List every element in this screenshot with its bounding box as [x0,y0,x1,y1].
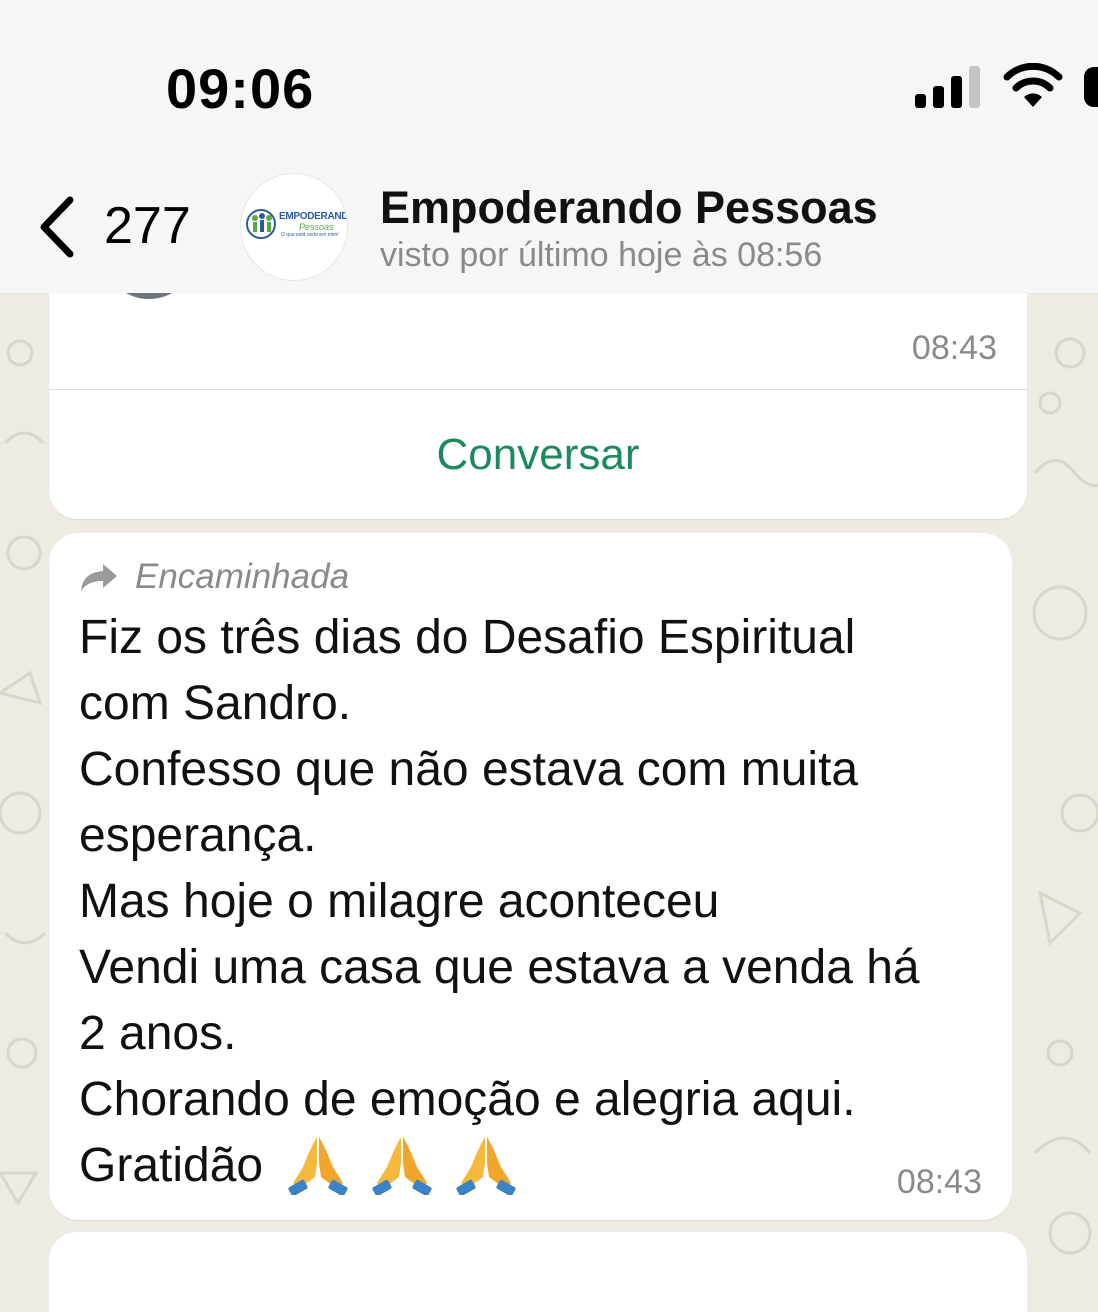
top-bar: 09:06 277 EMPODERANDO Pessoas O que está… [0,0,1098,294]
folded-hands-icon [372,1137,432,1195]
conversar-button[interactable]: Conversar [49,390,1027,519]
emoji-row [287,1133,517,1195]
logo-figures-icon [246,209,276,239]
contact-name[interactable]: Empoderando Pessoas [380,182,878,234]
battery-icon [1084,67,1098,107]
back-chevron-icon[interactable] [36,194,76,260]
logo-wordmark: EMPODERANDO [279,211,348,222]
message-line: 2 anos. [79,1007,237,1060]
status-bar-time: 09:06 [166,57,315,120]
message-line: Mas hoje o milagre aconteceu [79,875,720,928]
unread-count[interactable]: 277 [104,196,191,256]
message-line: esperança. [79,809,317,862]
cellular-signal-icon [915,66,980,108]
message-line: Confesso que não estava com muita [79,743,859,796]
message-line: Vendi uma casa que estava a venda há [79,941,920,994]
next-message-bubble[interactable] [49,1232,1027,1312]
logo-subword: Pessoas [299,222,334,232]
message-line: Chorando de emoção e alegria aqui. [79,1073,856,1126]
forwarded-indicator: Encaminhada [79,557,349,597]
business-card-message: 08:43 Conversar [49,293,1027,519]
message-bubble[interactable]: Encaminhada Fiz os três dias do Desafio … [49,533,1012,1220]
folded-hands-icon [288,1137,348,1195]
message-line: com Sandro. [79,677,352,730]
card-contact-avatar [109,293,189,299]
forwarded-label: Encaminhada [135,557,350,596]
folded-hands-icon [456,1137,516,1195]
logo-tagline: O que está certo em mim! [281,232,339,238]
message-time: 08:43 [911,329,997,367]
message-text: Fiz os três dias do Desafio Espiritual c… [79,605,920,1199]
forward-arrow-icon [81,564,117,591]
message-time: 08:43 [896,1163,982,1201]
message-line: Fiz os três dias do Desafio Espiritual [79,611,856,664]
wifi-icon [1003,63,1063,107]
last-seen-status: visto por último hoje às 08:56 [380,236,823,274]
contact-avatar[interactable]: EMPODERANDO Pessoas O que está certo em … [240,173,348,281]
